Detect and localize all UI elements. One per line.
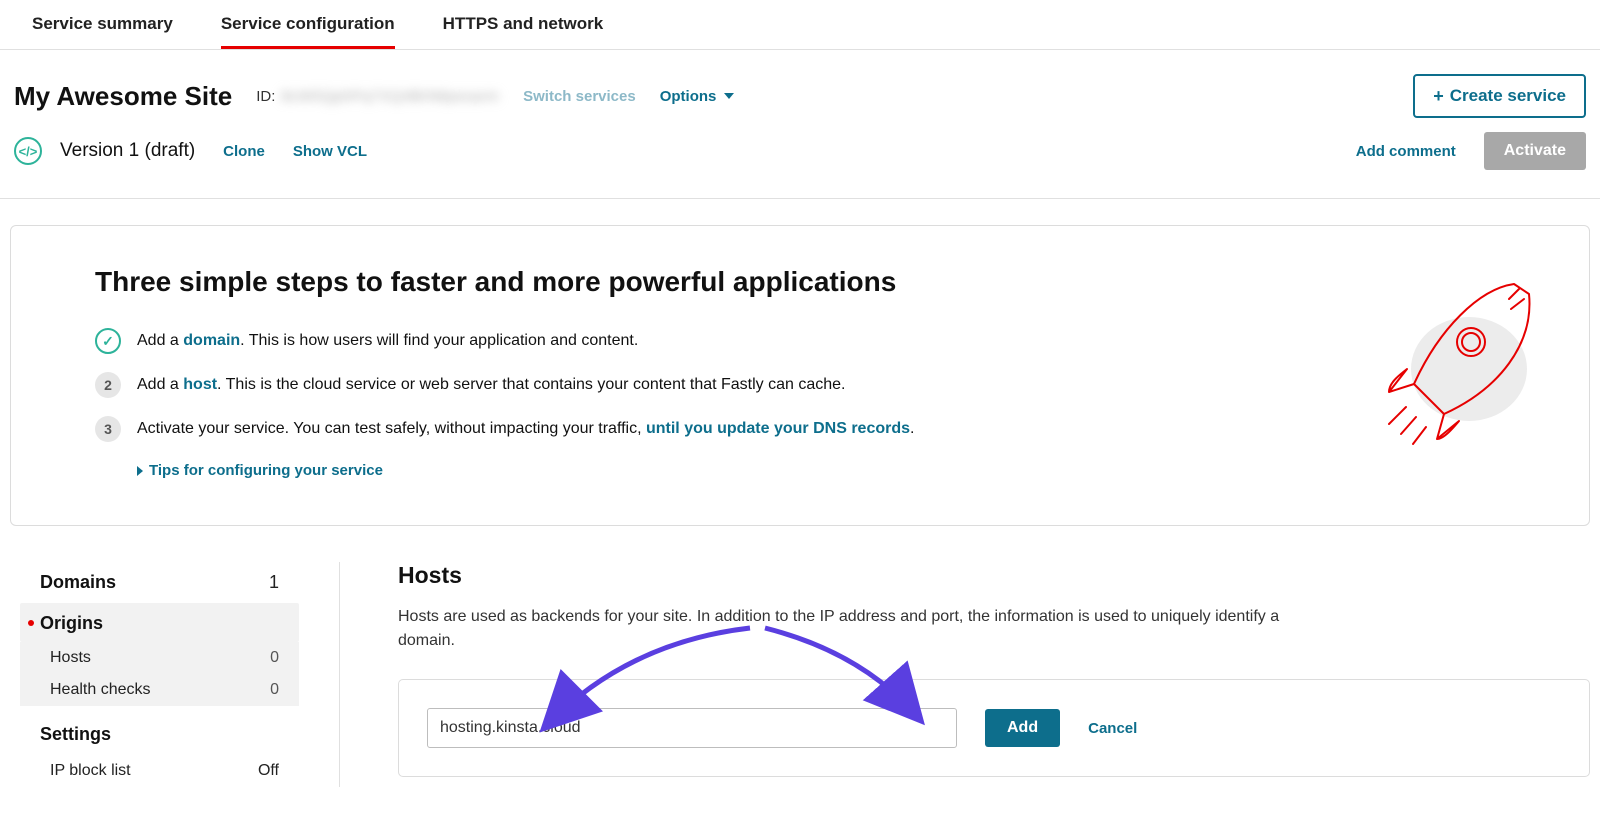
options-dropdown[interactable]: Options xyxy=(660,88,735,105)
dns-records-link[interactable]: until you update your DNS records xyxy=(646,420,910,437)
sidebar-domains-label: Domains xyxy=(40,572,116,593)
plus-icon: + xyxy=(1433,87,1444,105)
hosts-description: Hosts are used as backends for your site… xyxy=(398,605,1298,653)
add-button[interactable]: Add xyxy=(985,709,1060,747)
sidebar-hosts-label: Hosts xyxy=(50,649,91,667)
sidebar-item-settings[interactable]: Settings xyxy=(20,714,299,755)
sidebar-item-ipblock[interactable]: IP block list Off xyxy=(20,755,299,787)
host-input[interactable] xyxy=(427,708,957,748)
step-2-pre: Add a xyxy=(137,376,183,393)
host-link[interactable]: host xyxy=(183,376,217,393)
tips-label: Tips for configuring your service xyxy=(149,462,383,479)
service-title: My Awesome Site xyxy=(14,81,232,112)
main-column: Hosts Hosts are used as backends for you… xyxy=(340,562,1590,787)
check-icon xyxy=(95,328,121,354)
step-2: 2 Add a host. This is the cloud service … xyxy=(95,372,1505,398)
top-tabs: Service summary Service configuration HT… xyxy=(0,0,1600,50)
show-vcl-link[interactable]: Show VCL xyxy=(293,143,367,160)
create-service-button[interactable]: + Create service xyxy=(1413,74,1586,118)
lower-area: Domains 1 Origins Hosts 0 Health checks … xyxy=(10,562,1590,787)
sidebar-item-health[interactable]: Health checks 0 xyxy=(20,674,299,706)
add-comment-link[interactable]: Add comment xyxy=(1356,143,1456,160)
cancel-link[interactable]: Cancel xyxy=(1088,720,1137,737)
rocket-icon xyxy=(1359,274,1539,464)
options-label: Options xyxy=(660,88,717,105)
step-3-post: . xyxy=(910,420,914,437)
service-header: My Awesome Site ID: 8cW5QphPq7XQ4BHMpesa… xyxy=(0,50,1600,132)
step-3-badge: 3 xyxy=(95,416,121,442)
config-sidebar: Domains 1 Origins Hosts 0 Health checks … xyxy=(10,562,340,787)
step-1-post: . This is how users will find your appli… xyxy=(240,332,638,349)
onboarding-heading: Three simple steps to faster and more po… xyxy=(95,266,1505,298)
step-1-pre: Add a xyxy=(137,332,183,349)
sidebar-item-domains[interactable]: Domains 1 xyxy=(20,562,299,603)
caret-right-icon xyxy=(137,466,143,476)
version-label: Version 1 (draft) xyxy=(60,140,195,162)
sidebar-ipblock-label: IP block list xyxy=(50,762,131,780)
chevron-down-icon xyxy=(724,93,734,99)
sidebar-health-label: Health checks xyxy=(50,681,151,699)
code-icon: </> xyxy=(14,137,42,165)
hosts-heading: Hosts xyxy=(398,562,1590,589)
sidebar-item-hosts[interactable]: Hosts 0 xyxy=(20,642,299,674)
version-row: </> Version 1 (draft) Clone Show VCL Add… xyxy=(0,132,1600,199)
step-2-badge: 2 xyxy=(95,372,121,398)
tab-service-summary[interactable]: Service summary xyxy=(32,0,173,49)
create-service-label: Create service xyxy=(1450,86,1566,106)
sidebar-health-count: 0 xyxy=(270,681,279,699)
tab-https-network[interactable]: HTTPS and network xyxy=(443,0,604,49)
tips-link[interactable]: Tips for configuring your service xyxy=(137,462,1505,479)
service-id: ID: 8cW5QphPq7XQ4BHMpesarm xyxy=(256,88,499,105)
onboarding-card: Three simple steps to faster and more po… xyxy=(10,225,1590,526)
step-3-pre: Activate your service. You can test safe… xyxy=(137,420,646,437)
clone-link[interactable]: Clone xyxy=(223,143,265,160)
step-2-post: . This is the cloud service or web serve… xyxy=(217,376,845,393)
sidebar-settings-label: Settings xyxy=(40,724,111,745)
switch-services-link[interactable]: Switch services xyxy=(523,88,636,105)
step-1: Add a domain. This is how users will fin… xyxy=(95,328,1505,354)
sidebar-domains-count: 1 xyxy=(269,572,299,593)
host-form: Add Cancel xyxy=(398,679,1590,777)
step-3: 3 Activate your service. You can test sa… xyxy=(95,416,1505,442)
tab-service-configuration[interactable]: Service configuration xyxy=(221,0,395,49)
sidebar-item-origins[interactable]: Origins xyxy=(20,603,299,642)
sidebar-hosts-count: 0 xyxy=(270,649,279,667)
activate-button[interactable]: Activate xyxy=(1484,132,1586,170)
sidebar-origins-label: Origins xyxy=(40,613,103,634)
service-id-label: ID: xyxy=(256,88,275,105)
service-id-value: 8cW5QphPq7XQ4BHMpesarm xyxy=(281,88,499,105)
sidebar-ipblock-value: Off xyxy=(258,762,279,780)
domain-link[interactable]: domain xyxy=(183,332,240,349)
